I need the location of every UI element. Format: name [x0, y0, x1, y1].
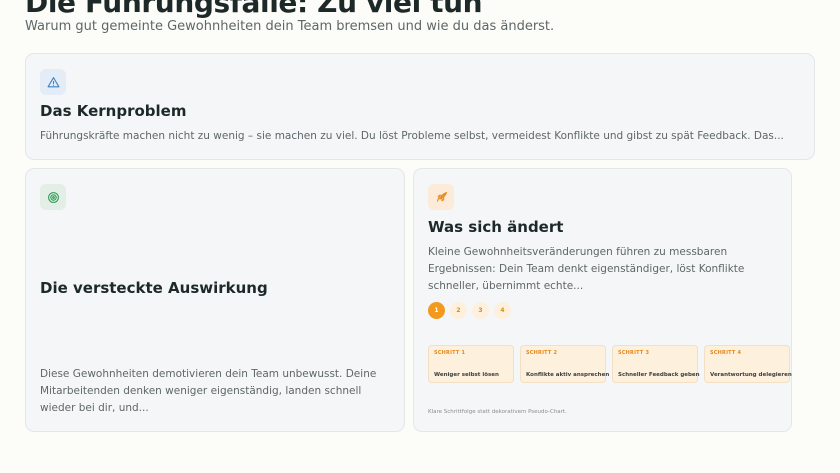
step-dot-1[interactable]: 1	[428, 302, 445, 319]
target-icon	[40, 184, 66, 210]
step-indicator: 1 2 3 4	[428, 302, 511, 319]
step-dot-2[interactable]: 2	[450, 302, 467, 319]
page-subtitle: Warum gut gemeinte Gewohnheiten dein Tea…	[25, 19, 555, 34]
page-title: Die Führungsfalle: Zu viel tun	[25, 0, 483, 19]
step-cards: SCHRITT 1 Weniger selbst lösen SCHRITT 2…	[428, 345, 792, 383]
step-card-3[interactable]: SCHRITT 3 Schneller Feedback geben	[612, 345, 700, 383]
step-card-1[interactable]: SCHRITT 1 Weniger selbst lösen	[428, 345, 514, 383]
step-label: SCHRITT 4	[710, 350, 742, 356]
step-text: Konflikte aktiv ansprechen	[526, 372, 610, 378]
what-changes-text: Kleine Gewohnheitsveränderungen führen z…	[428, 246, 745, 292]
core-problem-card[interactable]: Das Kernproblem Führungskräfte machen ni…	[25, 53, 815, 160]
hidden-impact-card[interactable]: Die versteckte Auswirkung Diese Gewohnhe…	[25, 168, 405, 432]
step-label: SCHRITT 3	[618, 350, 650, 356]
step-label: SCHRITT 1	[434, 350, 466, 356]
step-text: Schneller Feedback geben	[618, 372, 700, 378]
core-problem-text: Führungskräfte machen nicht zu wenig – s…	[40, 130, 784, 142]
step-dot-3[interactable]: 3	[472, 302, 489, 319]
step-card-2[interactable]: SCHRITT 2 Konflikte aktiv ansprechen	[520, 345, 610, 383]
hidden-impact-text: Diese Gewohnheiten demotivieren dein Tea…	[40, 368, 377, 414]
warning-triangle-icon	[40, 69, 66, 95]
core-problem-title: Das Kernproblem	[40, 102, 187, 120]
step-label: SCHRITT 2	[526, 350, 558, 356]
rocket-icon	[428, 184, 454, 210]
step-text: Verantwortung delegieren	[710, 372, 792, 378]
step-card-4[interactable]: SCHRITT 4 Verantwortung delegieren	[704, 345, 792, 383]
what-changes-title: Was sich ändert	[428, 218, 564, 236]
what-changes-card[interactable]: Was sich ändert Kleine Gewohnheitsveränd…	[413, 168, 792, 432]
hidden-impact-title: Die versteckte Auswirkung	[40, 279, 268, 297]
step-text: Weniger selbst lösen	[434, 372, 499, 378]
step-dot-4[interactable]: 4	[494, 302, 511, 319]
footnote: Klare Schrittfolge statt dekorativem Pse…	[428, 409, 567, 415]
